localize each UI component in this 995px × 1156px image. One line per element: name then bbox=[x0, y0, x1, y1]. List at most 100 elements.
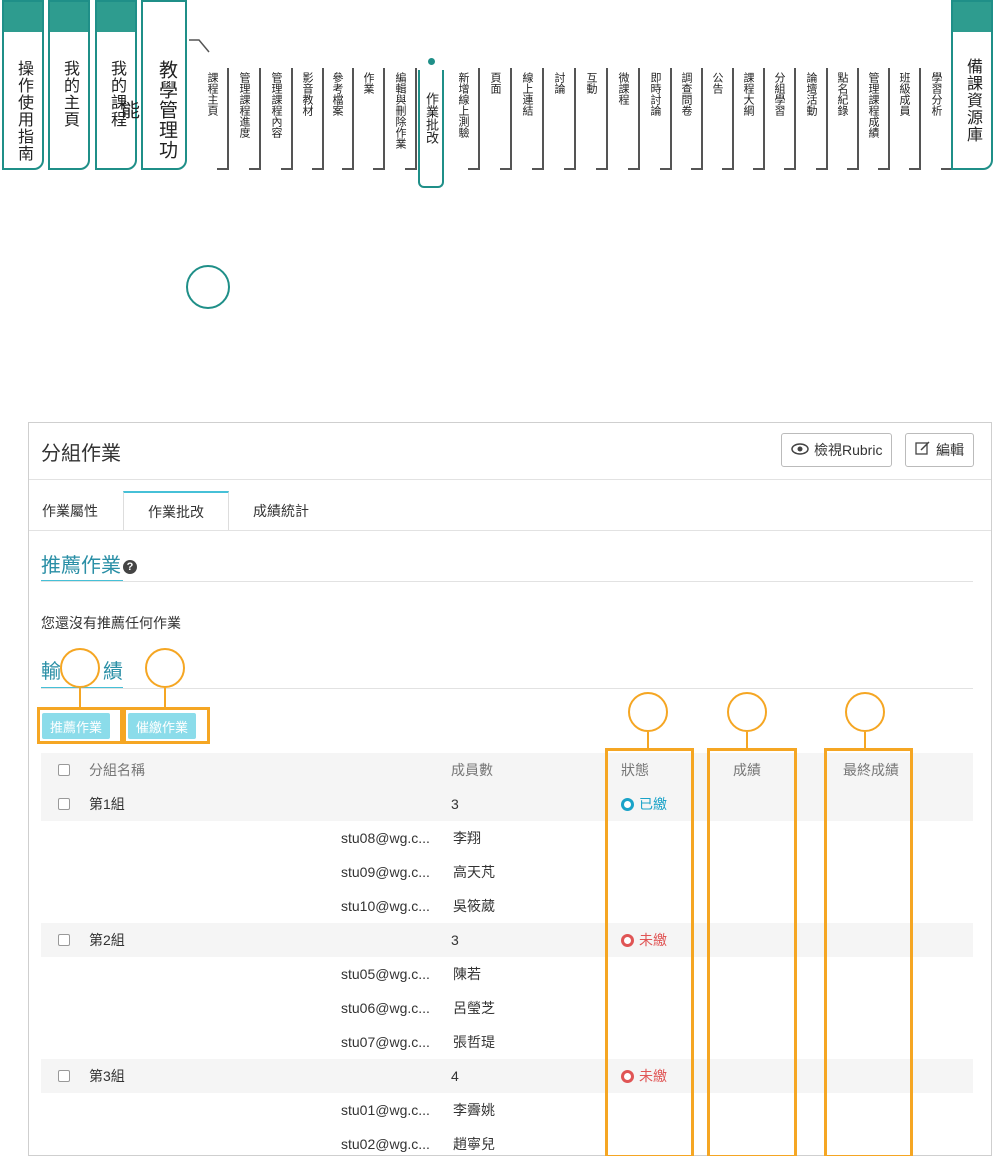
sub-nav-item[interactable]: 微課程 bbox=[612, 60, 642, 170]
member-name: 呂瑩芝 bbox=[453, 1000, 495, 1016]
group-member-count: 3 bbox=[451, 932, 459, 948]
sub-nav-item[interactable]: 即時討論 bbox=[644, 60, 674, 170]
sub-nav-item-label: 作業 bbox=[362, 72, 374, 94]
sub-nav-item-label: 管理課程成績 bbox=[867, 72, 879, 138]
sub-nav-item-label: 互動 bbox=[585, 72, 597, 94]
sub-nav-item[interactable]: 課程大綱 bbox=[737, 60, 767, 170]
nav-tab-home[interactable]: 我的主頁 bbox=[48, 0, 90, 170]
sub-nav-item[interactable]: 互動 bbox=[580, 60, 610, 170]
tab-grading[interactable]: 作業批改 bbox=[123, 491, 229, 531]
sub-nav-item-label: 線上連結 bbox=[521, 72, 533, 116]
nav-tab-cap bbox=[953, 2, 991, 32]
sub-nav-bar bbox=[500, 68, 512, 170]
group-name: 第1組 bbox=[89, 796, 125, 812]
select-all-checkbox[interactable] bbox=[58, 764, 70, 776]
annotation-line bbox=[647, 732, 649, 748]
sub-nav-item[interactable]: 班級成員 bbox=[893, 60, 923, 170]
sub-nav-item-label: 公告 bbox=[711, 72, 723, 94]
member-email: stu09@wg.c... bbox=[341, 864, 430, 880]
annotation-line bbox=[864, 732, 866, 748]
sub-nav-bar bbox=[217, 68, 229, 170]
nav-tab-cap bbox=[50, 2, 88, 32]
sub-nav-item[interactable]: 參考檔案 bbox=[326, 60, 356, 170]
nav-tab-teaching[interactable]: 教學管理功能 bbox=[118, 0, 187, 170]
sub-nav-item[interactable]: 論壇活動 bbox=[800, 60, 830, 170]
nav-tab-label: 教學管理功能 bbox=[118, 60, 177, 160]
sub-nav-bar bbox=[532, 68, 544, 170]
sub-nav-bar bbox=[909, 68, 921, 170]
group-member-count: 3 bbox=[451, 796, 459, 812]
nav-tab-guide[interactable]: 操作使用指南 bbox=[2, 0, 44, 170]
sub-nav-item[interactable]: 編輯與刪除作業 bbox=[389, 60, 419, 170]
edit-label: 編輯 bbox=[936, 442, 964, 458]
sub-nav-bar bbox=[753, 68, 765, 170]
sub-nav-item[interactable]: 分組學習 bbox=[768, 60, 798, 170]
sub-nav-bar bbox=[660, 68, 672, 170]
sub-nav-bar bbox=[722, 68, 734, 170]
sub-nav-item[interactable]: 課程主頁 bbox=[201, 60, 231, 170]
nav-connector bbox=[189, 39, 210, 53]
sub-nav-item-label: 管理課程內容 bbox=[270, 72, 282, 138]
nav-tab-courses[interactable]: 我的課程 bbox=[95, 0, 137, 170]
member-name: 陳若 bbox=[453, 966, 481, 982]
sub-nav-bar bbox=[405, 68, 417, 170]
sub-nav-item[interactable]: 影音教材 bbox=[296, 60, 326, 170]
group-name: 第2組 bbox=[89, 932, 125, 948]
edit-button[interactable]: 編輯 bbox=[905, 433, 974, 467]
sub-nav-item[interactable]: 作業 bbox=[357, 60, 387, 170]
member-email: stu10@wg.c... bbox=[341, 898, 430, 914]
nav-tab-resources[interactable]: 備課資源庫 bbox=[951, 0, 993, 170]
sub-nav-item[interactable]: 公告 bbox=[706, 60, 736, 170]
sub-nav-bar bbox=[816, 68, 828, 170]
sub-nav-item[interactable]: 管理課程成績 bbox=[862, 60, 892, 170]
member-name: 趙寧兒 bbox=[453, 1136, 495, 1152]
annotation-box-final bbox=[824, 748, 913, 1156]
sub-nav-bar bbox=[847, 68, 859, 170]
nav-tab-cap bbox=[4, 2, 42, 32]
col-members: 成員數 bbox=[451, 762, 493, 778]
sub-nav-item-label: 新增線上測驗 bbox=[457, 72, 469, 138]
sub-nav-bar bbox=[249, 68, 261, 170]
sub-nav-item-label: 論壇活動 bbox=[805, 72, 817, 116]
sub-nav-item[interactable]: 討論 bbox=[548, 60, 578, 170]
sub-nav-item[interactable]: 管理課程內容 bbox=[265, 60, 295, 170]
annotation-circle bbox=[60, 648, 100, 688]
sub-nav-item[interactable]: 線上連結 bbox=[516, 60, 546, 170]
member-email: stu07@wg.c... bbox=[341, 1034, 430, 1050]
view-rubric-button[interactable]: 檢視Rubric bbox=[781, 433, 893, 467]
sub-nav-item-label: 調查問卷 bbox=[680, 72, 692, 116]
group-checkbox[interactable] bbox=[58, 798, 70, 810]
eye-icon bbox=[791, 442, 809, 459]
sub-nav-item[interactable]: 調查問卷 bbox=[675, 60, 705, 170]
help-icon[interactable]: ? bbox=[123, 559, 137, 574]
sub-nav-item[interactable]: 新增線上測驗 bbox=[452, 60, 482, 170]
member-name: 高天芃 bbox=[453, 864, 495, 880]
group-checkbox[interactable] bbox=[58, 1070, 70, 1082]
sub-nav-bar bbox=[628, 68, 640, 170]
sub-nav-bar bbox=[312, 68, 324, 170]
sub-nav-bar bbox=[691, 68, 703, 170]
annotation-box bbox=[123, 707, 210, 744]
empty-message: 您還沒有推薦任何作業 bbox=[41, 615, 181, 631]
nav-tab-cap bbox=[97, 2, 135, 32]
sub-nav-item[interactable]: 點名紀錄 bbox=[831, 60, 861, 170]
annotation-circle bbox=[628, 692, 668, 732]
nav-tab-label: 我的主頁 bbox=[61, 60, 78, 128]
sub-nav-item[interactable]: 管理課程進度 bbox=[233, 60, 263, 170]
title-divider bbox=[29, 479, 991, 480]
edit-icon bbox=[915, 440, 931, 460]
group-checkbox[interactable] bbox=[58, 934, 70, 946]
sub-nav-active-label: 作業批改 bbox=[424, 92, 439, 144]
sub-nav-item-label: 頁面 bbox=[489, 72, 501, 94]
section-divider bbox=[41, 688, 973, 689]
group-member-count: 4 bbox=[451, 1068, 459, 1084]
annotation-box-status bbox=[605, 748, 694, 1156]
annotation-circle bbox=[727, 692, 767, 732]
tab-statistics[interactable]: 成績統計 bbox=[239, 491, 323, 531]
tab-properties[interactable]: 作業屬性 bbox=[29, 491, 111, 531]
annotation-line bbox=[746, 732, 748, 748]
sub-nav-bar bbox=[784, 68, 796, 170]
sub-nav-item-label: 課程主頁 bbox=[206, 72, 218, 116]
sub-nav-item-label: 即時討論 bbox=[649, 72, 661, 116]
sub-nav-item[interactable]: 頁面 bbox=[484, 60, 514, 170]
